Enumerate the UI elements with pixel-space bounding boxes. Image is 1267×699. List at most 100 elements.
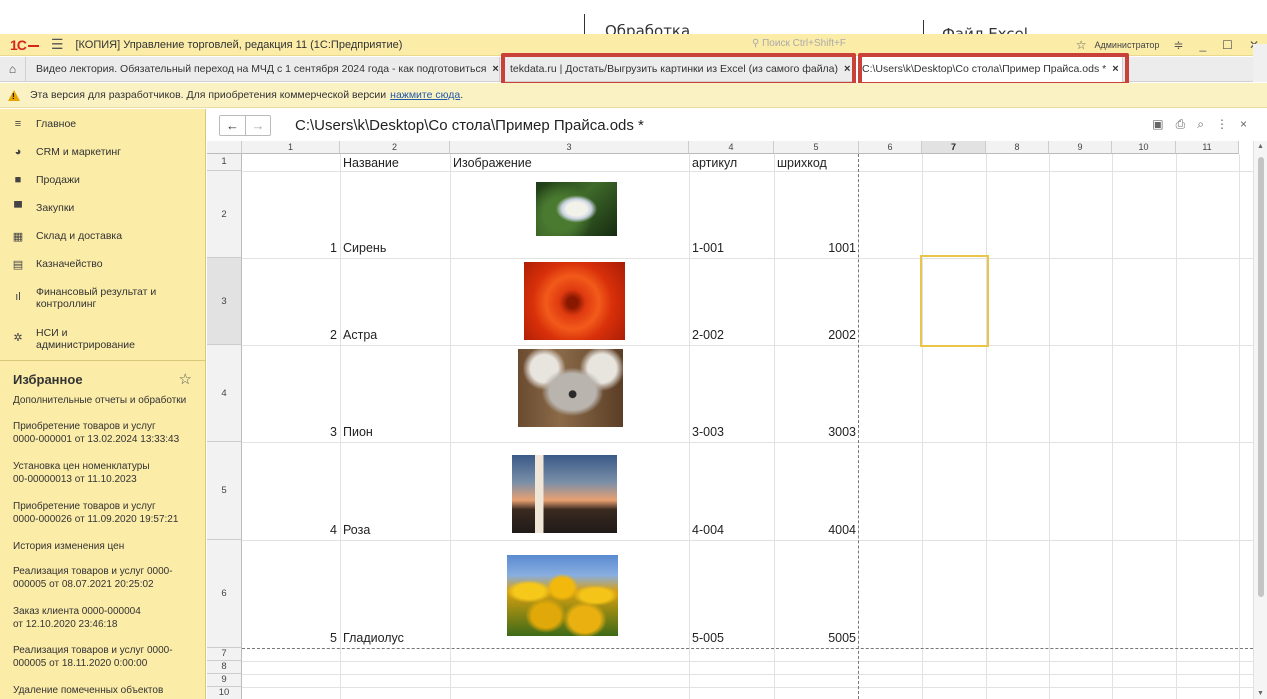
favorite-item[interactable]: Установка цен номенклатуры 00-00000013 о… (0, 461, 170, 486)
forward-button[interactable]: → (245, 115, 270, 135)
row-header[interactable]: 8 (207, 661, 242, 674)
item-name[interactable]: Гладиолус (343, 631, 404, 645)
item-barcode[interactable]: 5005 (774, 631, 856, 645)
header-image[interactable]: Изображение (453, 156, 532, 170)
app-logo[interactable]: 1С (10, 37, 39, 53)
sidebar-item-main[interactable]: ≡ Главное (0, 118, 84, 130)
row-header[interactable]: 5 (207, 442, 242, 540)
close-tab-icon[interactable]: × (844, 63, 850, 75)
minimize-icon[interactable]: _ (1199, 38, 1206, 52)
header-article[interactable]: артикул (692, 156, 737, 170)
favorite-item[interactable]: Дополнительные отчеты и обработки (0, 395, 200, 408)
item-article[interactable]: 5-005 (692, 631, 724, 645)
favorite-item[interactable]: Заказ клиента 0000-000004 от 12.10.2020 … (0, 606, 160, 631)
tab-video-lecture[interactable]: Видео лектория. Обязательный переход на … (26, 56, 500, 82)
row-header[interactable]: 10 (207, 687, 242, 699)
close-tab-icon[interactable]: × (492, 63, 498, 75)
item-barcode[interactable]: 4004 (774, 523, 856, 537)
favorite-item[interactable]: Реализация товаров и услуг 0000-000005 о… (0, 645, 190, 670)
sidebar-item-crm[interactable]: ◕ CRM и маркетинг (0, 146, 129, 158)
item-number[interactable]: 4 (242, 523, 337, 537)
item-article[interactable]: 3-003 (692, 425, 724, 439)
back-button[interactable]: ← (220, 116, 245, 135)
column-header-selected[interactable]: 7 (922, 141, 986, 154)
image-yellow-tulips[interactable] (507, 555, 618, 636)
scroll-up-icon[interactable]: ▲ (1257, 143, 1264, 150)
star-icon[interactable]: ☆ (1076, 38, 1087, 52)
item-number[interactable]: 1 (242, 241, 337, 255)
sidebar-item-warehouse[interactable]: ▦ Склад и доставка (0, 230, 130, 243)
item-article[interactable]: 1-001 (692, 241, 724, 255)
favorite-item[interactable]: Удаление помеченных объектов (0, 685, 190, 698)
column-header[interactable]: 4 (689, 141, 774, 154)
column-header[interactable]: 11 (1176, 141, 1239, 154)
sidebar: ≡ Главное ◕ CRM и маркетинг ■ Продажи ▀ Заку… (0, 109, 206, 699)
row-header[interactable]: 6 (207, 540, 242, 648)
grid-corner[interactable] (207, 141, 242, 154)
close-tab-icon[interactable]: × (1112, 63, 1118, 75)
column-header[interactable]: 1 (242, 141, 340, 154)
row-header[interactable]: 9 (207, 674, 242, 687)
item-article[interactable]: 4-004 (692, 523, 724, 537)
item-barcode[interactable]: 3003 (774, 425, 856, 439)
item-name[interactable]: Сирень (343, 241, 386, 255)
column-header[interactable]: 8 (986, 141, 1049, 154)
sidebar-item-finance[interactable]: ıl Финансовый результат и контроллинг (0, 286, 190, 310)
document-toolbar: ← → C:\Users\k\Desktop\Со стола\Пример П… (207, 109, 1267, 141)
tab-tekdata-processing[interactable]: tekdata.ru | Достать/Выгрузить картинки … (500, 56, 853, 82)
item-barcode[interactable]: 1001 (774, 241, 856, 255)
column-header[interactable]: 5 (774, 141, 859, 154)
item-number[interactable]: 3 (242, 425, 337, 439)
preview-icon[interactable]: ⌕ (1197, 117, 1204, 132)
header-barcode[interactable]: шрихкод (777, 156, 827, 170)
more-icon[interactable]: ⋮ (1216, 117, 1228, 132)
favorite-item[interactable]: История изменения цен (0, 541, 190, 554)
scroll-thumb[interactable] (1258, 157, 1264, 597)
column-header[interactable]: 6 (859, 141, 922, 154)
selected-cell[interactable] (920, 255, 989, 347)
settings-icon[interactable]: ≑ (1173, 38, 1183, 52)
user-name[interactable]: Администратор (1094, 40, 1159, 50)
buy-link[interactable]: нажмите сюда (390, 89, 460, 101)
close-document-icon[interactable]: × (1240, 117, 1247, 132)
sidebar-item-purchases[interactable]: ▀ Закупки (0, 202, 82, 214)
tab-excel-file[interactable]: C:\Users\k\Desktop\Со стола\Пример Прайс… (853, 56, 1123, 82)
sidebar-item-sales[interactable]: ■ Продажи (0, 174, 88, 186)
sidebar-item-nsi[interactable]: ✲ НСИ и администрирование (0, 327, 160, 351)
column-header[interactable]: 9 (1049, 141, 1112, 154)
item-number[interactable]: 5 (242, 631, 337, 645)
print-icon[interactable]: ⎙ (1176, 117, 1186, 132)
favorite-item[interactable]: Приобретение товаров и услуг 0000-000001… (0, 421, 190, 446)
item-barcode[interactable]: 2002 (774, 328, 856, 342)
favorite-item[interactable]: Реализация товаров и услуг 0000-000005 о… (0, 566, 190, 591)
item-article[interactable]: 2-002 (692, 328, 724, 342)
row-header[interactable]: 1 (207, 154, 242, 171)
item-name[interactable]: Пион (343, 425, 373, 439)
star-icon[interactable]: ☆ (179, 370, 192, 388)
home-icon[interactable]: ⌂ (0, 56, 26, 82)
image-hydrangea[interactable] (536, 182, 617, 236)
row-header[interactable]: 7 (207, 648, 242, 661)
maximize-icon[interactable]: ☐ (1222, 38, 1233, 52)
header-name[interactable]: Название (343, 156, 399, 170)
spreadsheet-grid[interactable]: 1 2 3 4 5 6 7 8 9 10 11 1 2 3 4 5 6 7 8 … (207, 141, 1253, 699)
column-header[interactable]: 3 (450, 141, 689, 154)
column-header[interactable]: 2 (340, 141, 450, 154)
main-menu-icon[interactable]: ☰ (51, 36, 64, 53)
image-koala[interactable] (518, 349, 623, 427)
save-icon[interactable]: ▣ (1152, 117, 1163, 132)
favorite-item[interactable]: Приобретение товаров и услуг 0000-000026… (0, 501, 190, 526)
sidebar-item-treasury[interactable]: ▤ Казначейство (0, 258, 111, 271)
column-header[interactable]: 10 (1112, 141, 1176, 154)
search-input[interactable]: ⚲ Поиск Ctrl+Shift+F (752, 38, 846, 49)
scroll-down-icon[interactable]: ▼ (1257, 690, 1264, 697)
image-red-chrysanthemum[interactable] (524, 262, 625, 340)
row-header[interactable]: 2 (207, 171, 242, 258)
vertical-scrollbar[interactable]: ▲ ▼ (1253, 141, 1267, 699)
row-header-selected[interactable]: 3 (207, 258, 242, 345)
row-header[interactable]: 4 (207, 345, 242, 442)
item-name[interactable]: Астра (343, 328, 377, 342)
item-number[interactable]: 2 (242, 328, 337, 342)
item-name[interactable]: Роза (343, 523, 370, 537)
image-lighthouse[interactable] (512, 455, 617, 533)
